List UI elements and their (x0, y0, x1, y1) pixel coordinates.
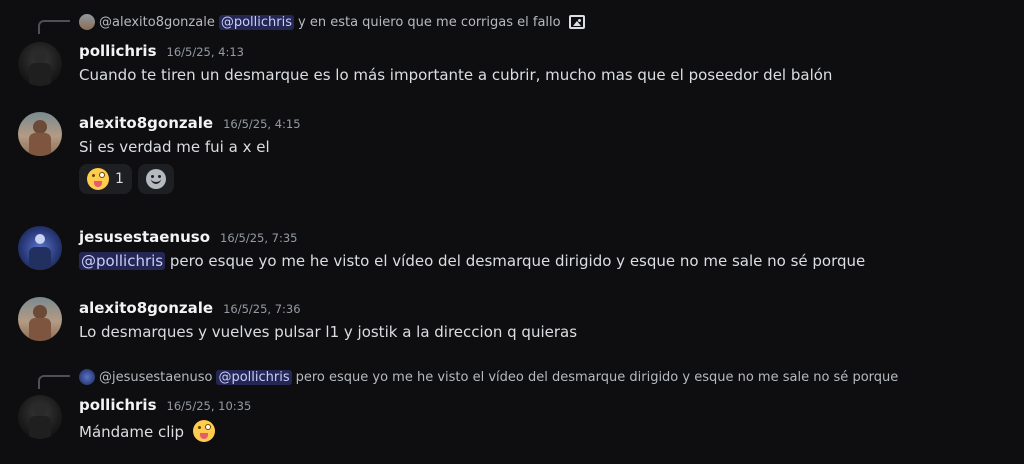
message-header: pollichris 16/5/25, 10:35 (79, 396, 251, 414)
avatar[interactable] (18, 395, 62, 439)
author-name[interactable]: pollichris (79, 42, 157, 60)
author-name[interactable]: pollichris (79, 396, 157, 414)
message-content: @pollichris pero esque yo me he visto el… (79, 252, 865, 270)
image-icon (568, 15, 585, 29)
add-reaction-icon (145, 169, 166, 189)
message-text: Mándame clip (79, 423, 185, 441)
reply-mention[interactable]: @pollichris (216, 369, 292, 385)
message-content: Mándame clip (79, 420, 215, 442)
reply-mention[interactable]: @pollichris (218, 14, 294, 30)
message-header: alexito8gonzale 16/5/25, 4:15 (79, 114, 301, 132)
reply-connector (38, 20, 70, 34)
winking-face-with-tongue-icon (192, 420, 215, 442)
avatar[interactable] (18, 112, 62, 156)
winking-face-with-tongue-icon (87, 168, 109, 190)
reaction-button[interactable]: 1 (79, 164, 132, 194)
author-name[interactable]: jesusestaenuso (79, 228, 210, 246)
message-content: Lo desmarques y vuelves pulsar l1 y jost… (79, 323, 578, 341)
reply-text: pero esque yo me he visto el vídeo del d… (295, 369, 899, 385)
avatar[interactable] (18, 297, 62, 341)
message-content: Si es verdad me fui a x el (79, 138, 270, 156)
reply-preview[interactable]: @alexito8gonzale @pollichris y en esta q… (79, 14, 585, 30)
reaction-bar: 1 (79, 164, 174, 194)
message-content: Cuando te tiren un desmarque es lo más i… (79, 66, 833, 84)
timestamp[interactable]: 16/5/25, 10:35 (167, 399, 252, 413)
add-reaction-button[interactable] (137, 164, 174, 194)
author-name[interactable]: alexito8gonzale (79, 299, 213, 317)
message-text: pero esque yo me he visto el vídeo del d… (169, 252, 866, 270)
timestamp[interactable]: 16/5/25, 7:35 (220, 231, 297, 245)
message-header: jesusestaenuso 16/5/25, 7:35 (79, 228, 297, 246)
reply-avatar (79, 14, 95, 30)
timestamp[interactable]: 16/5/25, 7:36 (223, 302, 300, 316)
timestamp[interactable]: 16/5/25, 4:15 (223, 117, 300, 131)
reply-author[interactable]: @alexito8gonzale (99, 15, 215, 30)
message-header: alexito8gonzale 16/5/25, 7:36 (79, 299, 301, 317)
reaction-count: 1 (115, 171, 124, 187)
reply-connector (38, 375, 70, 389)
message-header: pollichris 16/5/25, 4:13 (79, 42, 244, 60)
reply-text: y en esta quiero que me corrigas el fall… (298, 14, 561, 30)
author-name[interactable]: alexito8gonzale (79, 114, 213, 132)
reply-preview[interactable]: @jesusestaenuso @pollichris pero esque y… (79, 369, 898, 385)
avatar[interactable] (18, 226, 62, 270)
user-mention[interactable]: @pollichris (79, 252, 166, 270)
reply-author[interactable]: @jesusestaenuso (99, 370, 212, 385)
avatar[interactable] (18, 42, 62, 86)
timestamp[interactable]: 16/5/25, 4:13 (167, 45, 244, 59)
reply-avatar (79, 369, 95, 385)
